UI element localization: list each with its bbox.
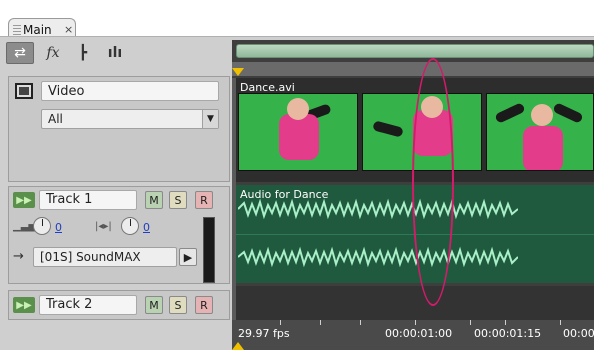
ruler-tick bbox=[360, 320, 361, 325]
ruler-tick bbox=[320, 320, 321, 325]
solo-button[interactable]: S bbox=[169, 191, 187, 209]
pan-icon: |◂▸| bbox=[95, 221, 112, 232]
track2-header: ▶▶ Track 2 M S R bbox=[8, 290, 230, 320]
chevron-down-icon[interactable]: ▼ bbox=[202, 110, 218, 128]
ruler-tick bbox=[560, 320, 561, 325]
dropdown-value: All bbox=[48, 112, 63, 126]
track2-lane[interactable] bbox=[236, 286, 594, 320]
audio-waveform-left bbox=[238, 198, 518, 220]
thumb-arm bbox=[372, 120, 404, 138]
track2-name-field[interactable]: Track 2 bbox=[39, 295, 137, 315]
thumb-head bbox=[531, 104, 553, 126]
thumb-arm bbox=[552, 102, 584, 124]
timeline-ruler-top[interactable] bbox=[232, 62, 594, 76]
level-meter bbox=[203, 217, 215, 283]
playhead-marker-bottom[interactable] bbox=[232, 342, 244, 350]
output-value: [01S] SoundMAX bbox=[40, 250, 141, 264]
ruler-tick bbox=[280, 320, 281, 325]
tab-strip: Main × bbox=[0, 0, 594, 42]
record-button[interactable]: R bbox=[195, 191, 213, 209]
tab-label: Main bbox=[23, 23, 52, 37]
video-track-name-field[interactable]: Video bbox=[41, 81, 219, 101]
ruler-tick bbox=[505, 320, 506, 325]
zoom-navigator[interactable] bbox=[236, 44, 594, 58]
fx-icon[interactable]: fx bbox=[42, 42, 64, 64]
video-thumbnail bbox=[238, 93, 358, 171]
volume-value[interactable]: 0 bbox=[55, 221, 62, 234]
eq-icon[interactable]: ılı bbox=[102, 42, 128, 64]
thumb-dancer bbox=[523, 126, 563, 170]
grip-icon[interactable] bbox=[13, 23, 21, 35]
playhead-marker-top[interactable] bbox=[232, 68, 244, 76]
video-track-header: Video All ▼ bbox=[8, 76, 230, 182]
video-thumbnail bbox=[486, 93, 594, 171]
ruler-tick bbox=[415, 320, 416, 325]
pan-knob[interactable] bbox=[121, 217, 139, 235]
ruler-tick bbox=[470, 320, 471, 325]
timecode-mark: 00:00:01:15 bbox=[474, 327, 542, 340]
volume-knob[interactable] bbox=[33, 217, 51, 235]
solo-button[interactable]: S bbox=[169, 296, 187, 314]
output-select[interactable]: [01S] SoundMAX bbox=[33, 247, 177, 267]
thumb-arm bbox=[494, 102, 526, 124]
track-toolbar: ⇄ fx ┣ ılı bbox=[6, 42, 216, 66]
highlight-ellipse bbox=[412, 58, 454, 306]
send-icon[interactable]: ┣ bbox=[74, 42, 92, 64]
app-window: Main × ⇄ fx ┣ ılı Video All ▼ ▶▶ Track 1… bbox=[0, 0, 594, 350]
pan-value[interactable]: 0 bbox=[143, 221, 150, 234]
mute-button[interactable]: M bbox=[145, 191, 163, 209]
audio-track-icon: ▶▶ bbox=[13, 297, 35, 313]
thumb-head bbox=[287, 98, 309, 120]
frame-rate-label: 29.97 fps bbox=[238, 327, 290, 340]
record-button[interactable]: R bbox=[195, 296, 213, 314]
audio-track-icon: ▶▶ bbox=[13, 192, 35, 208]
thumb-dancer bbox=[279, 114, 319, 160]
audio-waveform-right bbox=[238, 246, 518, 268]
output-menu-arrow-icon[interactable]: ▶ bbox=[179, 248, 197, 266]
video-filter-dropdown[interactable]: All ▼ bbox=[41, 109, 219, 129]
track1-header: ▶▶ Track 1 M S R ▁▃▅ 0 |◂▸| 0 → [01S] So… bbox=[8, 186, 230, 284]
track1-name-field[interactable]: Track 1 bbox=[39, 190, 137, 210]
output-arrow-icon: → bbox=[13, 249, 24, 264]
film-icon bbox=[15, 83, 33, 99]
timecode-mark: 00:00:01:00 bbox=[385, 327, 453, 340]
timecode-mark: 00:00 bbox=[563, 327, 594, 340]
close-icon[interactable]: × bbox=[64, 23, 73, 36]
mute-button[interactable]: M bbox=[145, 296, 163, 314]
swap-tracks-icon[interactable]: ⇄ bbox=[6, 42, 34, 64]
